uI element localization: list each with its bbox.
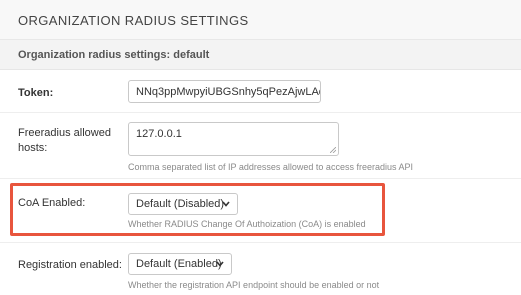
row-divider [0, 112, 521, 113]
resize-grip-icon[interactable] [330, 147, 336, 153]
freeradius-label-line1: Freeradius allowed [18, 127, 111, 139]
freeradius-hosts-textarea[interactable]: 127.0.0.1 [128, 122, 339, 156]
registration-help-text: Whether the registration API endpoint sh… [128, 280, 380, 290]
freeradius-label-line2: hosts: [18, 142, 48, 154]
token-input[interactable]: NNq3ppMwpyiUBGSnhy5qPezAjwLAoFM [128, 80, 321, 103]
section-subtitle: Organization radius settings: default [18, 49, 210, 61]
registration-enabled-select[interactable]: Default (Enabled) [128, 253, 232, 275]
freeradius-label: Freeradius allowed hosts: [18, 126, 111, 156]
section-header: ORGANIZATION RADIUS SETTINGS [0, 0, 521, 40]
registration-enabled-selected: Default (Enabled) [136, 258, 222, 270]
chevron-down-icon [216, 261, 224, 267]
section-subheader: Organization radius settings: default [0, 40, 521, 70]
token-value: NNq3ppMwpyiUBGSnhy5qPezAjwLAoFM [136, 86, 321, 98]
token-label: Token: [18, 87, 54, 99]
row-divider [0, 242, 521, 243]
freeradius-hosts-value: 127.0.0.1 [136, 128, 182, 140]
row-divider [0, 178, 521, 179]
freeradius-help-text: Comma separated list of IP addresses all… [128, 162, 413, 172]
highlight-box [10, 183, 385, 236]
section-title: ORGANIZATION RADIUS SETTINGS [18, 13, 249, 28]
registration-enabled-label: Registration enabled: [18, 259, 122, 271]
